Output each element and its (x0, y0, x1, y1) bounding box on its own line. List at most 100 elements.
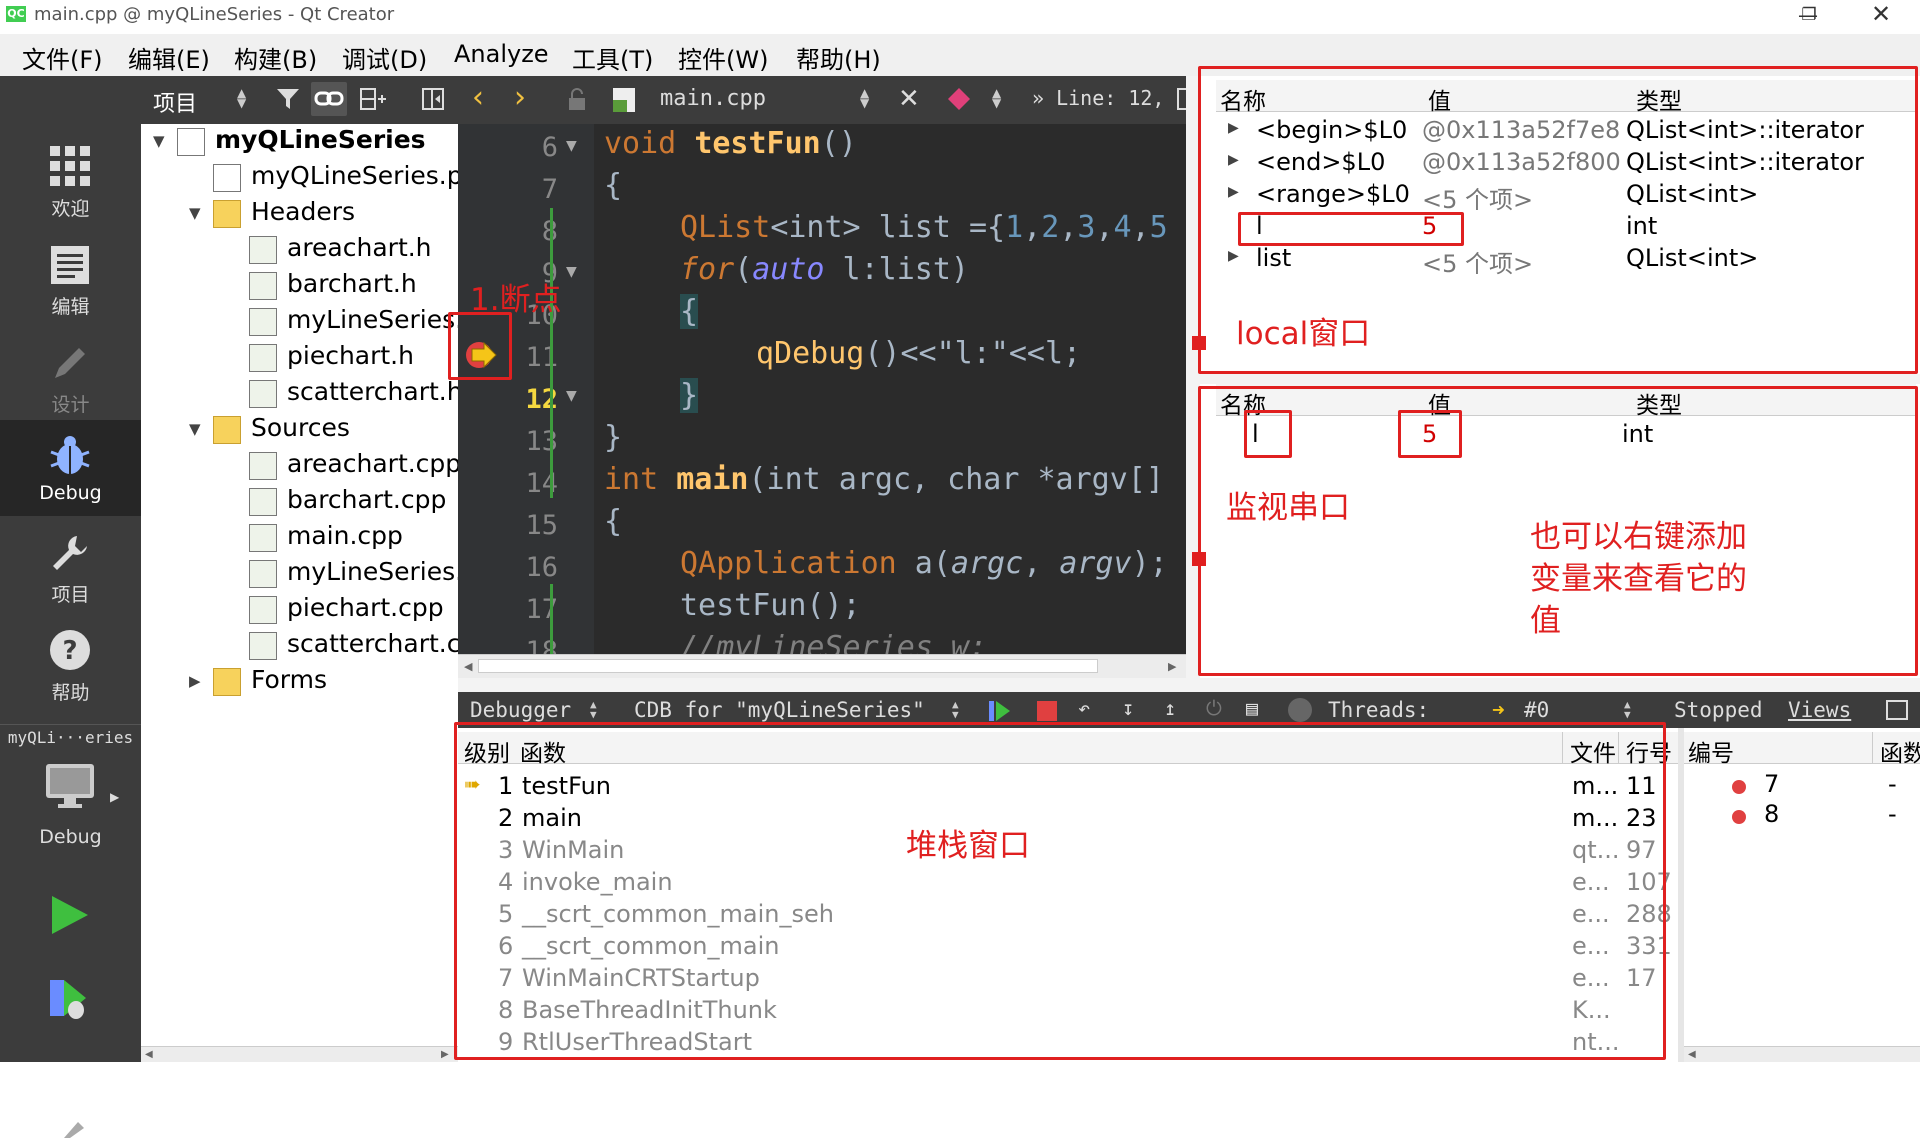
tree-item[interactable]: barchart.h (141, 268, 458, 304)
tree-item[interactable]: scatterchart.h (141, 376, 458, 412)
updown-icon[interactable]: ▲ ▼ (1624, 699, 1631, 720)
build-hammer-icon[interactable] (62, 1116, 92, 1138)
line-number[interactable]: 17 (458, 594, 558, 625)
tree-horizontal-scrollbar[interactable]: ◀ ▶ (141, 1046, 458, 1062)
tree-item[interactable]: piechart.cpp (141, 592, 458, 628)
views-menu[interactable]: Views (1788, 698, 1851, 722)
breakpoints-scrollbar[interactable]: ◀ (1684, 1046, 1920, 1062)
tree-item[interactable]: myQLineSeries.pro (141, 160, 458, 196)
tree-item[interactable]: ▼ myQLineSeries (141, 124, 458, 160)
fold-marker-icon[interactable]: ▼ (566, 388, 577, 404)
updown-icon[interactable]: ▲ ▼ (590, 699, 597, 720)
debugger-selector[interactable]: Debugger (470, 698, 571, 722)
line-number[interactable]: 15 (458, 510, 558, 541)
breakpoint-number[interactable]: 8 (1764, 800, 1779, 828)
close-sidebar-icon[interactable] (421, 86, 445, 112)
scroll-left-icon[interactable]: ◀ (464, 660, 472, 673)
thread-selector[interactable]: #0 (1524, 698, 1549, 722)
tree-item[interactable]: ▶ Forms (141, 664, 458, 700)
mode-edit[interactable]: 编辑 (0, 230, 141, 326)
close-icon[interactable]: ✕ (1861, 0, 1901, 30)
menu-tools[interactable]: 工具(T) (572, 40, 653, 75)
collapse-arrow-icon[interactable]: ▼ (189, 420, 201, 438)
fold-marker-icon[interactable]: ▼ (566, 264, 577, 280)
link-editor-icon[interactable] (311, 82, 347, 116)
column-number[interactable]: 编号 (1688, 734, 1734, 768)
open-file-name[interactable]: main.cpp (660, 86, 766, 111)
tree-item[interactable]: ▼ Sources (141, 412, 458, 448)
filter-icon[interactable] (275, 86, 301, 112)
file-selector-updown-icon[interactable]: ▲ ▼ (860, 87, 869, 109)
line-number[interactable]: 16 (458, 552, 558, 583)
tree-item[interactable]: areachart.cpp (141, 448, 458, 484)
forward-icon[interactable]: › (514, 80, 526, 115)
engine-selector[interactable]: CDB for "myQLineSeries" (634, 698, 925, 722)
debug-run-icon[interactable] (46, 974, 92, 1024)
restart-icon[interactable]: ⏻ (1206, 696, 1222, 720)
menu-debug[interactable]: 调试(D) (342, 40, 427, 75)
bookmark-icon[interactable] (946, 86, 972, 112)
close-document-icon[interactable]: ✕ (898, 84, 920, 114)
tree-item[interactable]: barchart.cpp (141, 484, 458, 520)
tree-item[interactable]: scatterchart.cpp (141, 628, 458, 664)
scroll-right-icon[interactable]: ▶ (1168, 660, 1176, 673)
fold-marker-icon[interactable]: ▼ (566, 138, 577, 154)
splitter[interactable] (1200, 374, 1920, 384)
column-function[interactable]: 函数 (1880, 734, 1920, 768)
tree-item[interactable]: main.cpp (141, 520, 458, 556)
panel-toggle-icon[interactable] (1886, 700, 1908, 720)
mode-design[interactable]: 设计 (0, 328, 141, 424)
continue-icon[interactable] (986, 698, 1012, 724)
monitor-icon[interactable] (44, 762, 96, 810)
menu-build[interactable]: 构建(B) (234, 40, 317, 75)
menu-help[interactable]: 帮助(H) (796, 40, 881, 75)
mode-help[interactable]: ? 帮助 (0, 616, 141, 712)
step-over-icon[interactable]: ↶ (1078, 696, 1090, 720)
mode-projects[interactable]: 项目 (0, 518, 141, 614)
record-icon[interactable] (1288, 698, 1312, 722)
line-number[interactable]: 12 (458, 384, 558, 415)
back-icon[interactable]: ‹ (472, 80, 484, 115)
line-number[interactable]: 18 (458, 636, 558, 654)
symbol-selector-updown-icon[interactable]: ▲ ▼ (992, 87, 1001, 109)
scroll-left-icon[interactable]: ◀ (1688, 1049, 1696, 1060)
scroll-left-icon[interactable]: ◀ (145, 1049, 153, 1060)
scroll-right-icon[interactable]: ▶ (441, 1049, 449, 1060)
line-number[interactable]: 8 (458, 216, 558, 247)
instruction-mode-icon[interactable]: ▤ (1246, 696, 1258, 720)
menu-edit[interactable]: 编辑(E) (128, 40, 210, 75)
restore-icon[interactable]: ❐ (1791, 1, 1827, 29)
line-number[interactable]: 6 (458, 132, 558, 163)
run-icon[interactable] (46, 892, 92, 938)
line-number[interactable]: 13 (458, 426, 558, 457)
code-editor[interactable]: 6789101112131415161718 ▼ ▼ ▼ void testFu… (458, 124, 1186, 654)
tree-item[interactable]: ▼ Headers (141, 196, 458, 232)
collapse-arrow-icon[interactable]: ▼ (189, 204, 201, 222)
scroll-thumb[interactable] (478, 659, 1098, 673)
menu-file[interactable]: 文件(F) (22, 40, 103, 75)
breakpoints-view[interactable]: 编号 函数 7 - 8 - ◀ (1684, 728, 1920, 1062)
tree-item[interactable]: areachart.h (141, 232, 458, 268)
updown-icon[interactable]: ▲ ▼ (952, 699, 959, 720)
tree-item[interactable]: piechart.h (141, 340, 458, 376)
tree-item[interactable]: myLineSeries.h (141, 304, 458, 340)
line-number[interactable]: 14 (458, 468, 558, 499)
selector-updown-icon[interactable]: ▲ ▼ (237, 87, 246, 109)
splitter[interactable] (458, 678, 1920, 692)
collapse-arrow-icon[interactable]: ▼ (153, 132, 165, 150)
menu-controls[interactable]: 控件(W) (678, 40, 768, 75)
split-add-icon[interactable] (359, 86, 387, 112)
split-icon[interactable] (1176, 86, 1186, 112)
stop-debugger-icon[interactable] (1034, 698, 1060, 724)
target-arrow-icon[interactable]: ▶ (110, 790, 119, 804)
step-out-icon[interactable]: ↥ (1164, 696, 1176, 720)
mode-debug[interactable]: Debug (0, 420, 141, 516)
editor-horizontal-scrollbar[interactable]: ◀ ▶ (458, 654, 1186, 678)
tree-item[interactable]: myLineSeries.cpp (141, 556, 458, 592)
cursor-position[interactable]: » Line: 12, (1032, 86, 1164, 110)
mode-welcome[interactable]: 欢迎 (0, 132, 141, 228)
project-view-selector[interactable]: 项目 (153, 86, 197, 118)
line-number[interactable]: 7 (458, 174, 558, 205)
menu-analyze[interactable]: Analyze (454, 40, 549, 68)
step-into-icon[interactable]: ↧ (1122, 696, 1134, 720)
